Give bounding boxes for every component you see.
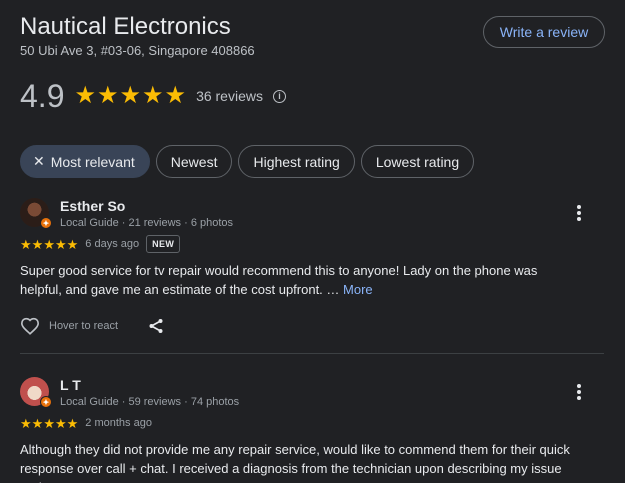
star-icon: ★ <box>164 82 187 109</box>
reviewer-name[interactable]: L T <box>60 377 239 394</box>
review-card: ✦ L T Local Guide · 59 reviews · 74 phot… <box>20 377 605 483</box>
more-link[interactable]: More <box>343 282 373 297</box>
more-options-icon[interactable] <box>575 384 583 400</box>
star-icon: ★ <box>54 415 67 431</box>
react-label: Hover to react <box>49 320 119 332</box>
star-icon: ★ <box>43 236 55 252</box>
star-icon: ★ <box>119 82 142 109</box>
close-icon: ✕ <box>33 153 45 169</box>
reviewer-subtitle: Local Guide · 21 reviews · 6 photos <box>60 217 234 229</box>
heart-icon[interactable] <box>20 317 40 335</box>
star-icon: ★ <box>142 82 164 109</box>
review-date: 6 days ago <box>85 238 140 250</box>
review-card: ✦ Esther So Local Guide · 21 reviews · 6… <box>20 198 605 335</box>
review-date: 2 months ago <box>85 417 152 429</box>
local-guide-badge-icon: ✦ <box>40 217 52 229</box>
more-options-icon[interactable] <box>575 205 583 221</box>
filter-label: Most relevant <box>50 153 135 170</box>
star-icon: ★ <box>43 415 55 431</box>
review-divider <box>20 353 604 354</box>
local-guide-badge-icon: ✦ <box>40 396 52 408</box>
avatar[interactable]: ✦ <box>20 377 52 408</box>
share-icon[interactable] <box>148 318 164 334</box>
review-body: Super good service for tv repair would r… <box>20 263 538 297</box>
business-header: Nautical Electronics 50 Ubi Ave 3, #03-0… <box>20 12 605 59</box>
star-icon: ★ <box>66 236 79 252</box>
rating-summary: 4.9 ★ ★ ★ ★ ★ 36 reviews i <box>20 78 286 114</box>
rating-stars: ★ ★ ★ ★ ★ <box>74 84 186 108</box>
filter-label: Lowest rating <box>375 153 460 170</box>
filter-lowest-rating[interactable]: Lowest rating <box>360 145 475 178</box>
star-icon: ★ <box>66 415 79 431</box>
star-icon: ★ <box>20 415 32 431</box>
filter-most-relevant[interactable]: ✕ Most relevant <box>20 145 150 178</box>
filter-newest[interactable]: Newest <box>155 145 233 178</box>
reviewer-name[interactable]: Esther So <box>60 198 233 215</box>
review-text: Super good service for tv repair would r… <box>20 261 580 299</box>
review-stars: ★ ★ ★ ★ ★ <box>20 238 78 251</box>
new-badge: NEW <box>146 235 181 253</box>
review-count: 36 reviews <box>196 88 263 104</box>
sort-filters: ✕ Most relevant Newest Highest rating Lo… <box>20 145 475 178</box>
star-icon: ★ <box>20 236 32 252</box>
star-icon: ★ <box>31 415 44 431</box>
average-rating: 4.9 <box>20 78 65 114</box>
filter-highest-rating[interactable]: Highest rating <box>238 145 355 178</box>
star-icon: ★ <box>54 236 67 252</box>
review-stars: ★ ★ ★ ★ ★ <box>20 417 78 430</box>
review-text: Although they did not provide me any rep… <box>20 442 570 483</box>
info-icon[interactable]: i <box>272 89 286 103</box>
star-icon: ★ <box>74 82 96 109</box>
star-icon: ★ <box>97 82 119 109</box>
filter-label: Newest <box>170 153 218 170</box>
star-icon: ★ <box>31 236 44 252</box>
reviewer-subtitle: Local Guide · 59 reviews · 74 photos <box>60 396 240 408</box>
write-review-button[interactable]: Write a review <box>483 16 605 48</box>
avatar[interactable]: ✦ <box>20 198 52 229</box>
filter-label: Highest rating <box>253 153 340 170</box>
